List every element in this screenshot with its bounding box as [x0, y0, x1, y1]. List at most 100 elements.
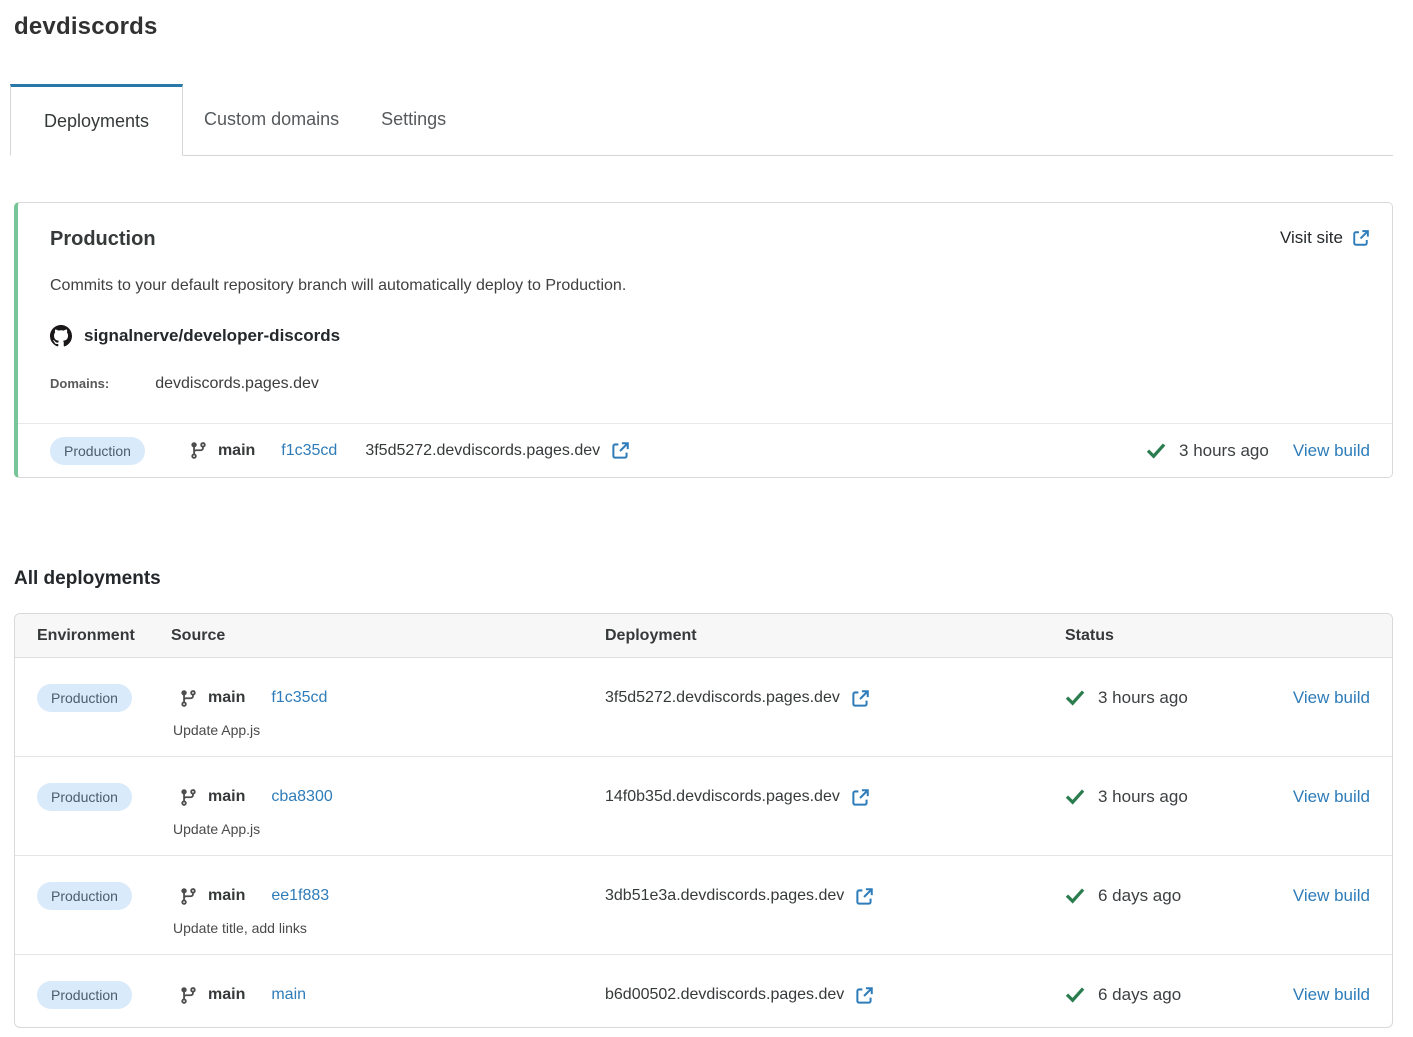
source-cell: main main	[171, 981, 605, 1009]
column-header-source: Source	[171, 627, 605, 645]
production-deployment-row: Production main f1c35cd 3f5d5272.devdisc…	[18, 423, 1392, 477]
table-row: Production main ee1f883 Update title, ad…	[15, 855, 1392, 954]
source-cell: main ee1f883 Update title, add links	[171, 882, 605, 936]
domains-label: Domains:	[50, 376, 109, 391]
deployment-cell: b6d00502.devdiscords.pages.dev	[605, 981, 1065, 1009]
visit-site-label: Visit site	[1280, 228, 1343, 248]
tab-label: Deployments	[44, 111, 149, 132]
git-branch-icon	[179, 689, 198, 708]
commit-link[interactable]: cba8300	[271, 788, 332, 806]
status-time: 3 hours ago	[1098, 787, 1188, 807]
tab-custom-domains[interactable]: Custom domains	[183, 84, 360, 155]
environment-cell: Production	[37, 684, 171, 712]
status-cell: 6 days ago	[1065, 981, 1284, 1009]
commit-message: Update App.js	[173, 722, 605, 738]
view-build-cell: View build	[1284, 783, 1370, 811]
environment-cell: Production	[37, 783, 171, 811]
view-build-link[interactable]: View build	[1293, 886, 1370, 906]
branch-name: main	[208, 689, 245, 707]
commit-link[interactable]: f1c35cd	[281, 442, 337, 460]
production-card-title: Production	[50, 228, 156, 251]
commit-link[interactable]: ee1f883	[271, 887, 329, 905]
environment-badge: Production	[50, 437, 145, 465]
environment-badge: Production	[37, 981, 132, 1009]
tab-label: Custom domains	[204, 109, 339, 130]
view-build-link[interactable]: View build	[1293, 688, 1370, 708]
environment-cell: Production	[37, 981, 171, 1009]
deployments-table-header: Environment Source Deployment Status	[15, 614, 1392, 658]
status-time: 3 hours ago	[1098, 688, 1188, 708]
check-icon	[1065, 688, 1085, 708]
git-branch-icon	[189, 441, 208, 460]
external-link-icon[interactable]	[855, 986, 874, 1005]
github-repo-link[interactable]: signalnerve/developer-discords	[50, 325, 1370, 347]
environment-badge: Production	[37, 882, 132, 910]
view-build-cell: View build	[1284, 684, 1370, 712]
environment-badge: Production	[37, 783, 132, 811]
domains-value: devdiscords.pages.dev	[155, 375, 319, 393]
branch-name: main	[218, 442, 255, 460]
view-build-link[interactable]: View build	[1293, 441, 1370, 461]
production-description: Commits to your default repository branc…	[50, 277, 1370, 295]
view-build-link[interactable]: View build	[1293, 985, 1370, 1005]
check-icon	[1065, 787, 1085, 807]
deployment-url: b6d00502.devdiscords.pages.dev	[605, 986, 844, 1004]
view-build-link[interactable]: View build	[1293, 787, 1370, 807]
status-time: 6 days ago	[1098, 886, 1181, 906]
external-link-icon	[1352, 229, 1370, 247]
check-icon	[1146, 441, 1166, 461]
status-cell: 3 hours ago	[1065, 783, 1284, 811]
branch-name: main	[208, 788, 245, 806]
deployment-cell: 3db51e3a.devdiscords.pages.dev	[605, 882, 1065, 910]
column-header-deployment: Deployment	[605, 627, 1065, 645]
source-cell: main cba8300 Update App.js	[171, 783, 605, 837]
deployment-url: 3f5d5272.devdiscords.pages.dev	[365, 442, 600, 460]
commit-message: Update App.js	[173, 821, 605, 837]
table-row: Production main main b6d00502.devdiscord…	[15, 954, 1392, 1027]
external-link-icon[interactable]	[851, 788, 870, 807]
page-title: devdiscords	[14, 13, 1393, 41]
all-deployments-title: All deployments	[14, 568, 1393, 590]
deployment-url: 3db51e3a.devdiscords.pages.dev	[605, 887, 844, 905]
commit-link[interactable]: f1c35cd	[271, 689, 327, 707]
commit-message: Update title, add links	[173, 920, 605, 936]
source-cell: main f1c35cd Update App.js	[171, 684, 605, 738]
branch-name: main	[208, 986, 245, 1004]
deployment-url: 14f0b35d.devdiscords.pages.dev	[605, 788, 840, 806]
status-cell: 3 hours ago	[1065, 684, 1284, 712]
external-link-icon[interactable]	[855, 887, 874, 906]
git-branch-icon	[179, 788, 198, 807]
git-branch-icon	[179, 986, 198, 1005]
tab-settings[interactable]: Settings	[360, 84, 467, 155]
commit-link[interactable]: main	[271, 986, 306, 1004]
status-time: 6 days ago	[1098, 985, 1181, 1005]
column-header-environment: Environment	[37, 627, 171, 645]
external-link-icon[interactable]	[851, 689, 870, 708]
view-build-cell: View build	[1284, 882, 1370, 910]
deployment-url: 3f5d5272.devdiscords.pages.dev	[605, 689, 840, 707]
table-row: Production main cba8300 Update App.js 14…	[15, 756, 1392, 855]
tab-label: Settings	[381, 109, 446, 130]
visit-site-link[interactable]: Visit site	[1280, 228, 1370, 248]
environment-badge: Production	[37, 684, 132, 712]
check-icon	[1065, 886, 1085, 906]
view-build-cell: View build	[1284, 981, 1370, 1009]
column-header-status: Status	[1065, 627, 1284, 645]
table-row: Production main f1c35cd Update App.js 3f…	[15, 658, 1392, 756]
status-time: 3 hours ago	[1179, 441, 1269, 461]
production-card: Production Visit site Commits to your de…	[14, 202, 1393, 478]
repo-name: signalnerve/developer-discords	[84, 326, 340, 346]
tab-bar: Deployments Custom domains Settings	[14, 84, 1393, 156]
deployment-cell: 14f0b35d.devdiscords.pages.dev	[605, 783, 1065, 811]
deployment-cell: 3f5d5272.devdiscords.pages.dev	[605, 684, 1065, 712]
branch-name: main	[208, 887, 245, 905]
tab-deployments[interactable]: Deployments	[10, 84, 183, 156]
github-icon	[50, 325, 72, 347]
deployments-table: Environment Source Deployment Status Pro…	[14, 613, 1393, 1028]
status-cell: 6 days ago	[1065, 882, 1284, 910]
check-icon	[1065, 985, 1085, 1005]
git-branch-icon	[179, 887, 198, 906]
environment-cell: Production	[37, 882, 171, 910]
deployments-table-body: Production main f1c35cd Update App.js 3f…	[15, 658, 1392, 1027]
external-link-icon[interactable]	[611, 441, 630, 460]
